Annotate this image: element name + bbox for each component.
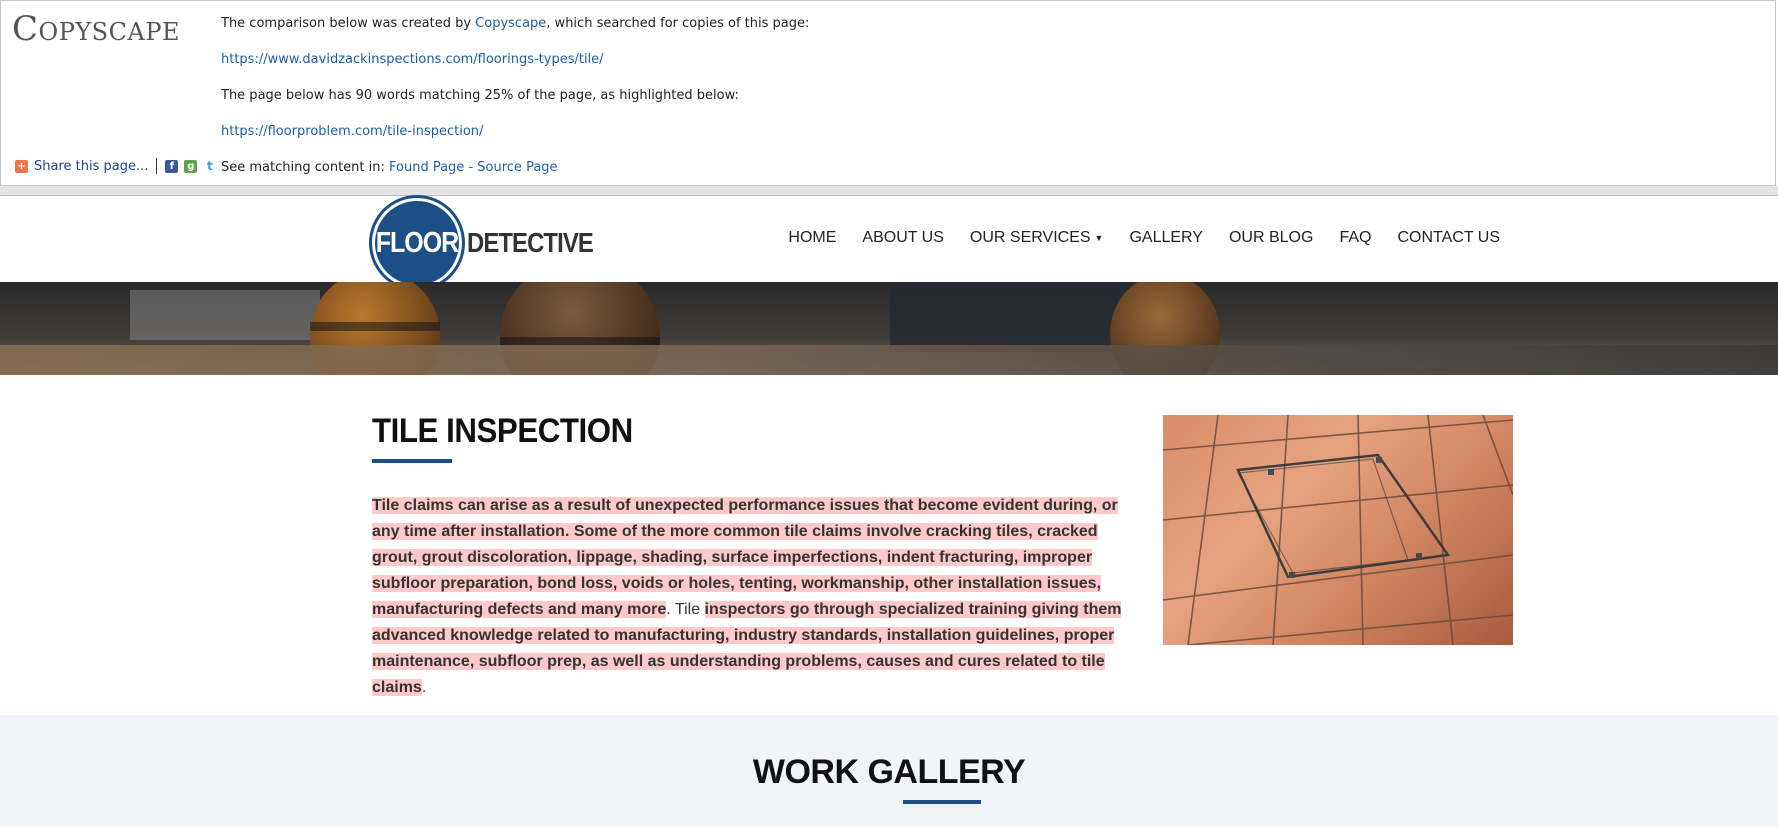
hero-banner bbox=[0, 282, 1778, 375]
tile-inspection-photo bbox=[1163, 415, 1513, 645]
main-nav: HOME ABOUT US OUR SERVICES ▼ GALLERY OUR … bbox=[788, 229, 1500, 247]
found-url-link[interactable]: https://floorproblem.com/tile-inspection… bbox=[221, 124, 483, 139]
found-page-link[interactable]: Found Page bbox=[389, 160, 464, 175]
source-url-link[interactable]: https://www.davidzackinspections.com/flo… bbox=[221, 52, 604, 67]
main-content: TILE INSPECTION Tile claims can arise as… bbox=[0, 375, 1778, 715]
nav-our-blog[interactable]: OUR BLOG bbox=[1229, 229, 1313, 247]
tile-floor-illustration bbox=[1163, 415, 1513, 645]
nav-home[interactable]: HOME bbox=[788, 229, 836, 247]
copyscape-banner: Copyscape The comparison below was creat… bbox=[0, 0, 1776, 186]
hero-window bbox=[130, 290, 320, 340]
page-title: TILE INSPECTION bbox=[372, 412, 633, 450]
link-separator: - bbox=[464, 160, 478, 175]
twitter-icon[interactable]: t bbox=[203, 159, 217, 173]
see-matching-label: See matching content in: bbox=[221, 160, 389, 175]
share-this-page-link[interactable]: Share this page... bbox=[34, 159, 148, 174]
found-url-row: https://floorproblem.com/tile-inspection… bbox=[221, 124, 483, 139]
title-underline bbox=[372, 459, 452, 463]
nav-gallery[interactable]: GALLERY bbox=[1129, 229, 1203, 247]
nav-our-services[interactable]: OUR SERVICES ▼ bbox=[970, 229, 1104, 247]
ball-stripe bbox=[310, 322, 440, 331]
intro-suffix: , which searched for copies of this page… bbox=[546, 16, 810, 31]
caret-down-icon: ▼ bbox=[1094, 232, 1104, 243]
floor-detective-logo[interactable]: FLOOR DETECTIVE bbox=[372, 198, 615, 288]
logo-badge: FLOOR bbox=[372, 198, 462, 288]
share-divider bbox=[156, 158, 158, 174]
copyscape-logo[interactable]: Copyscape bbox=[12, 9, 180, 49]
logo-floor-text: FLOOR bbox=[375, 226, 459, 259]
hero-furniture bbox=[890, 282, 1130, 352]
facebook-icon[interactable]: f bbox=[165, 159, 179, 173]
plain-text: . bbox=[421, 679, 427, 696]
work-gallery-title: WORK GALLERY bbox=[752, 753, 1026, 791]
share-bar: + Share this page... f g t bbox=[15, 158, 217, 174]
share-plus-icon[interactable]: + bbox=[15, 159, 28, 173]
nav-about-us[interactable]: ABOUT US bbox=[862, 229, 944, 247]
logo-detective-text: DETECTIVE bbox=[467, 227, 594, 258]
work-gallery-section: WORK GALLERY bbox=[0, 715, 1778, 827]
hero-floor bbox=[0, 345, 1778, 375]
google-icon[interactable]: g bbox=[184, 159, 198, 173]
match-summary: The page below has 90 words matching 25%… bbox=[221, 88, 739, 103]
copyscape-divider bbox=[0, 186, 1778, 196]
nav-faq[interactable]: FAQ bbox=[1339, 229, 1371, 247]
see-matching-row: See matching content in: Found Page - So… bbox=[221, 160, 558, 175]
highlighted-text: Tile claims can arise as a result of une… bbox=[372, 497, 1118, 618]
site-header: FLOOR DETECTIVE HOME ABOUT US OUR SERVIC… bbox=[0, 196, 1778, 288]
intro-prefix: The comparison below was created by bbox=[221, 16, 476, 31]
copyscape-link[interactable]: Copyscape bbox=[475, 16, 546, 31]
source-page-link[interactable]: Source Page bbox=[477, 160, 557, 175]
gallery-title-underline bbox=[903, 800, 981, 804]
comparison-intro: The comparison below was created by Copy… bbox=[221, 16, 809, 31]
source-url-row: https://www.davidzackinspections.com/flo… bbox=[221, 52, 604, 67]
tile-inspection-text: Tile claims can arise as a result of une… bbox=[372, 493, 1142, 701]
plain-text: . Tile bbox=[666, 601, 705, 618]
nav-contact-us[interactable]: CONTACT US bbox=[1397, 229, 1500, 247]
nav-our-services-label: OUR SERVICES bbox=[969, 229, 1091, 246]
